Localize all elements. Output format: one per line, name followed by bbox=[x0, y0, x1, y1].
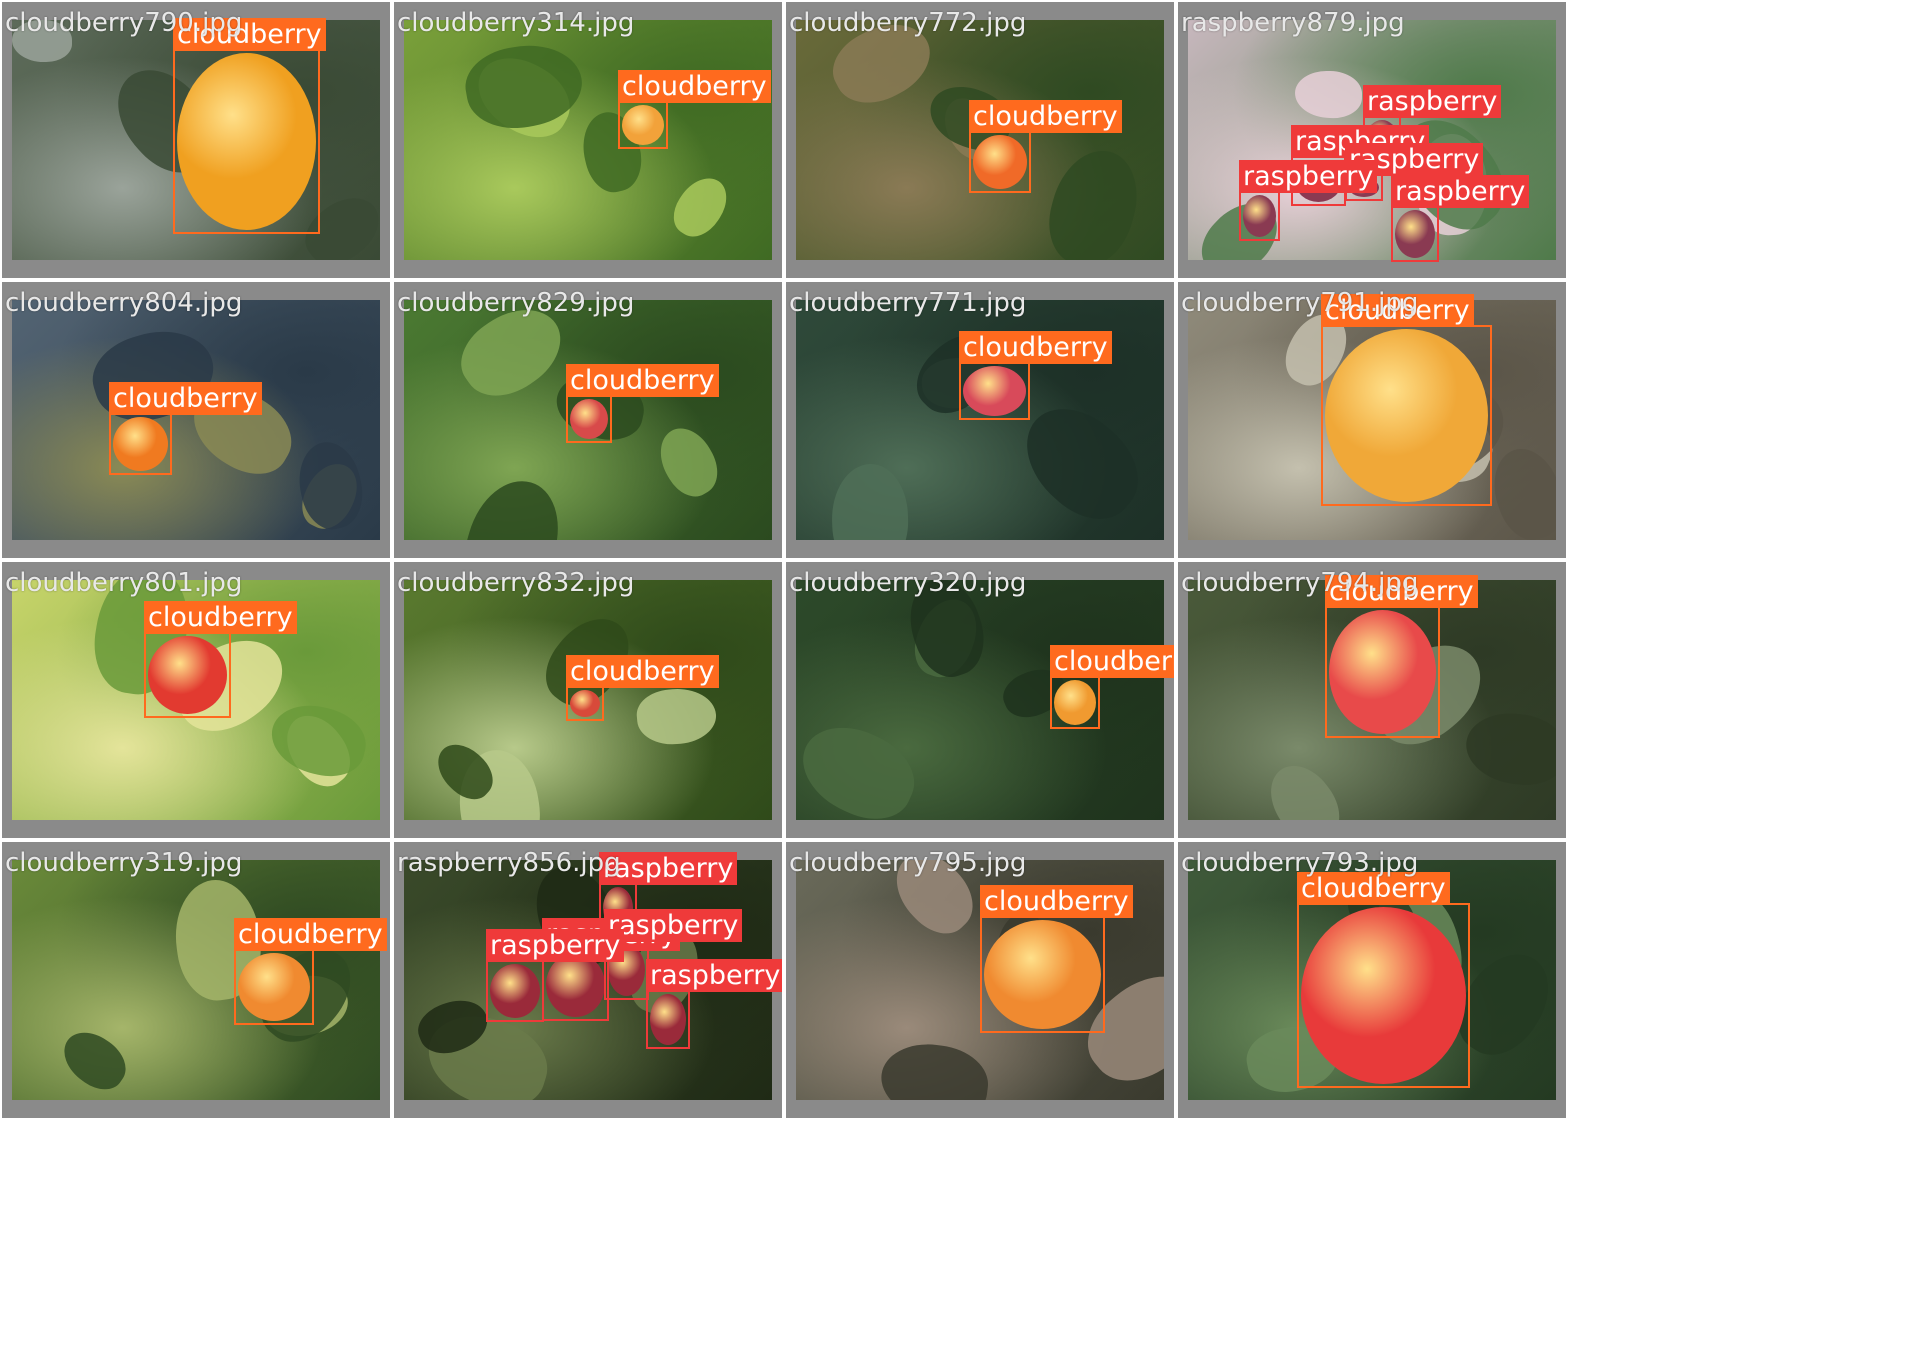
detection-box: cloudberry bbox=[1321, 294, 1492, 506]
image-filename: cloudberry319.jpg bbox=[5, 848, 243, 878]
image-filename: cloudberry829.jpg bbox=[397, 288, 635, 318]
detection-results-grid: cloudberry790.jpg cloudberry cloudberry314… bbox=[0, 0, 1920, 1372]
leaf-shape bbox=[1256, 753, 1353, 820]
result-tile: cloudberry801.jpg cloudberry bbox=[2, 562, 390, 838]
image-filename: raspberry879.jpg bbox=[1181, 8, 1405, 38]
detection-label: raspberry bbox=[1239, 160, 1378, 193]
result-tile: raspberry856.jpg raspberry raspberry raspbe… bbox=[394, 842, 782, 1118]
detection-label: cloudberry bbox=[980, 885, 1133, 918]
image-filename: cloudberry801.jpg bbox=[5, 568, 243, 598]
photo-image bbox=[796, 580, 1164, 820]
result-tile: cloudberry319.jpg cloudberry bbox=[2, 842, 390, 1118]
result-tile: cloudberry794.jpg cloudberry bbox=[1178, 562, 1566, 838]
detection-box: cloudberry bbox=[566, 364, 719, 443]
detection-label: cloudberry bbox=[234, 918, 387, 951]
result-tile: cloudberry791.jpg cloudberry bbox=[1178, 282, 1566, 558]
detection-box: cloudberry bbox=[1325, 575, 1478, 738]
leaf-shape bbox=[876, 1038, 993, 1100]
leaf-shape bbox=[796, 711, 928, 820]
leaf-shape bbox=[634, 685, 719, 748]
detection-box: raspberry bbox=[1239, 160, 1378, 241]
image-filename: cloudberry790.jpg bbox=[5, 8, 243, 38]
detection-box: cloudberry bbox=[618, 70, 771, 149]
result-tile: raspberry879.jpg raspberry raspberry raspbe… bbox=[1178, 2, 1566, 278]
result-tile: cloudberry804.jpg cloudberry bbox=[2, 282, 390, 558]
leaf-shape bbox=[290, 436, 371, 535]
result-tile: cloudberry829.jpg cloudberry bbox=[394, 282, 782, 558]
leaf-shape bbox=[1038, 140, 1149, 260]
detection-label: cloudberry bbox=[144, 601, 297, 634]
image-filename: raspberry856.jpg bbox=[397, 848, 621, 878]
image-filename: cloudberry794.jpg bbox=[1181, 568, 1419, 598]
result-tile: cloudberry314.jpg cloudberry bbox=[394, 2, 782, 278]
detection-label: cloudberry bbox=[959, 331, 1112, 364]
image-filename: cloudberry795.jpg bbox=[789, 848, 1027, 878]
image-filename: cloudberry314.jpg bbox=[397, 8, 635, 38]
detection-box: raspberry bbox=[646, 959, 782, 1049]
detection-label: raspberry bbox=[486, 929, 625, 962]
image-filename: cloudberry772.jpg bbox=[789, 8, 1027, 38]
detection-label: cloudberry bbox=[969, 100, 1122, 133]
detection-label: cloudberry bbox=[566, 655, 719, 688]
detection-label: cloudberry bbox=[618, 70, 771, 103]
leaf-shape bbox=[1482, 439, 1556, 540]
result-tile: cloudberry793.jpg cloudberry bbox=[1178, 842, 1566, 1118]
photo-image bbox=[12, 300, 380, 540]
photo-image bbox=[404, 20, 772, 260]
detection-box: cloudberry bbox=[959, 331, 1112, 420]
result-tile: cloudberry771.jpg cloudberry bbox=[786, 282, 1174, 558]
image-filename: cloudberry320.jpg bbox=[789, 568, 1027, 598]
image-filename: cloudberry771.jpg bbox=[789, 288, 1027, 318]
leaf-shape bbox=[459, 36, 589, 137]
detection-box: raspberry bbox=[486, 929, 625, 1022]
result-tile: cloudberry772.jpg cloudberry bbox=[786, 2, 1174, 278]
detection-box: raspberry bbox=[1391, 175, 1530, 262]
detection-label: cloudberry bbox=[566, 364, 719, 397]
detection-box: cloudberry bbox=[144, 601, 297, 718]
detection-label: cloudberry bbox=[109, 382, 262, 415]
leaf-shape bbox=[1462, 708, 1556, 790]
detection-box: cloudberry bbox=[1297, 872, 1470, 1088]
detection-label: raspberry bbox=[646, 959, 782, 992]
detection-box: cloudberry bbox=[566, 655, 719, 721]
detection-box: cloudberry bbox=[109, 382, 262, 475]
leaf-shape bbox=[1294, 70, 1363, 119]
result-tile: cloudberry320.jpg cloudberry bbox=[786, 562, 1174, 838]
leaf-shape bbox=[664, 168, 737, 246]
leaf-shape bbox=[453, 469, 571, 540]
result-tile: cloudberry832.jpg cloudberry bbox=[394, 562, 782, 838]
image-filename: cloudberry791.jpg bbox=[1181, 288, 1419, 318]
detection-box: cloudberry bbox=[173, 18, 326, 234]
leaf-shape bbox=[648, 418, 729, 506]
image-filename: cloudberry793.jpg bbox=[1181, 848, 1419, 878]
detection-label: raspberry bbox=[1363, 85, 1502, 118]
image-filename: cloudberry832.jpg bbox=[397, 568, 635, 598]
result-tile: cloudberry795.jpg cloudberry bbox=[786, 842, 1174, 1118]
detection-label: raspberry bbox=[1391, 175, 1530, 208]
leaf-shape bbox=[53, 1022, 136, 1099]
detection-box: cloudberry bbox=[1050, 645, 1174, 729]
detection-box: cloudberry bbox=[234, 918, 387, 1025]
detection-label: cloudberry bbox=[1050, 645, 1174, 678]
detection-label: raspberry bbox=[604, 909, 743, 942]
leaf-shape bbox=[830, 462, 910, 540]
image-filename: cloudberry804.jpg bbox=[5, 288, 243, 318]
detection-box: cloudberry bbox=[969, 100, 1122, 193]
detection-box: cloudberry bbox=[980, 885, 1133, 1033]
photo-image bbox=[12, 860, 380, 1100]
result-tile: cloudberry790.jpg cloudberry bbox=[2, 2, 390, 278]
leaf-shape bbox=[264, 697, 373, 784]
